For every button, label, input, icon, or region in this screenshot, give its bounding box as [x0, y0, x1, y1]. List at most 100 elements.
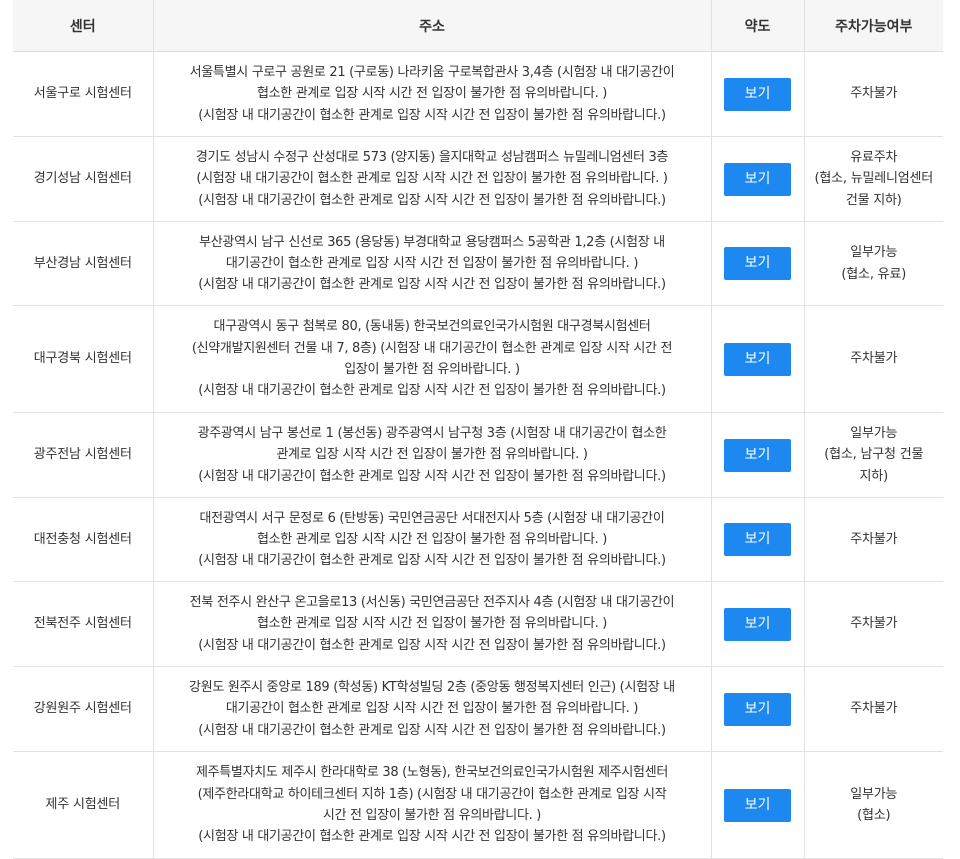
- center-address: 대구광역시 동구 첨복로 80, (동내동) 한국보건의료인국가시험원 대구경북…: [152, 305, 711, 413]
- center-name: 대구경북 시험센터: [13, 305, 153, 413]
- parking-line: 일부가능: [850, 245, 898, 261]
- center-name: 전북전주 시험센터: [13, 581, 153, 667]
- view-map-button[interactable]: 보기: [724, 523, 791, 556]
- parking-availability: 주차불가: [803, 666, 943, 752]
- parking-line: 지하): [859, 468, 889, 484]
- address-line: (시험장 내 대기공간이 협소한 관계로 입장 시작 시간 전 입장이 불가한 …: [198, 107, 666, 123]
- map-cell: 보기: [710, 497, 804, 582]
- view-map-button[interactable]: 보기: [724, 607, 791, 641]
- map-cell: 보기: [710, 136, 804, 222]
- parking-line: 일부가능: [850, 786, 898, 802]
- address-line: (시험장 내 대기공간이 협소한 관계로 입장 시작 시간 전 입장이 불가한 …: [198, 192, 666, 208]
- view-map-button[interactable]: 보기: [724, 247, 791, 280]
- parking-availability: 주차불가: [803, 497, 943, 582]
- parking-line: (협소, 뉴밀레니엄센터: [814, 171, 934, 187]
- address-line: 강원도 원주시 중앙로 189 (학성동) KT학성빌딩 2층 (중앙동 행정복…: [189, 680, 675, 696]
- view-map-button[interactable]: 보기: [724, 77, 791, 111]
- parking-availability: 유료주차 (협소, 뉴밀레니엄센터건물 지하): [803, 136, 943, 222]
- address-line: 협소한 관계로 입장 시작 시간 전 입장이 불가한 점 유의바랍니다. ): [256, 616, 608, 632]
- parking-line: 건물 지하): [845, 192, 902, 208]
- address-line: (시험장 내 대기공간이 협소한 관계로 입장 시작 시간 전 입장이 불가한 …: [198, 829, 666, 845]
- map-cell: 보기: [710, 751, 804, 859]
- address-line: 대구광역시 동구 첨복로 80, (동내동) 한국보건의료인국가시험원 대구경북…: [213, 319, 651, 335]
- table-row: 경기성남 시험센터 경기도 성남시 수정구 산성대로 573 (양지동) 을지대학…: [13, 136, 943, 222]
- address-line: 전북 전주시 완산구 온고을로13 (서신동) 국민연금공단 전주지사 4층 (…: [189, 595, 675, 611]
- address-line: (시험장 내 대기공간이 협소한 관계로 입장 시작 시간 전 입장이 불가한 …: [198, 722, 666, 738]
- address-line: (신약개발지원센터 건물 내 7, 8층) (시험장 내 대기공간이 협소한 관…: [191, 340, 673, 356]
- header-map: 약도: [710, 0, 804, 52]
- header-center: 센터: [13, 0, 153, 52]
- table-row: 대구경북 시험센터 대구광역시 동구 첨복로 80, (동내동) 한국보건의료인국…: [13, 305, 943, 413]
- parking-line: 주차불가: [850, 701, 898, 717]
- test-center-table: 센터 주소 약도 주차가능여부 서울구로 시험센터 서울특별시 구로구 공원로 2…: [13, 0, 943, 859]
- table-row: 강원원주 시험센터 강원도 원주시 중앙로 189 (학성동) KT학성빌딩 2층…: [13, 666, 943, 752]
- parking-availability: 주차불가: [803, 51, 943, 137]
- table-row: 대전충청 시험센터 대전광역시 서구 문정로 6 (탄방동) 국민연금공단 서대전…: [13, 497, 943, 582]
- address-line: 광주광역시 남구 봉선로 1 (봉선동) 광주광역시 남구청 3층 (시험장 내…: [197, 426, 667, 442]
- map-cell: 보기: [710, 581, 804, 667]
- center-address: 제주특별자치도 제주시 한라대학로 38 (노형동), 한국보건의료인국가시험원…: [152, 751, 711, 859]
- parking-line: 일부가능: [850, 426, 898, 442]
- table-header-row: 센터 주소 약도 주차가능여부: [13, 0, 943, 52]
- parking-line: (협소, 남구청 건물: [824, 447, 924, 463]
- table-row: 전북전주 시험센터 전북 전주시 완산구 온고을로13 (서신동) 국민연금공단 …: [13, 581, 943, 667]
- map-cell: 보기: [710, 221, 804, 306]
- center-address: 강원도 원주시 중앙로 189 (학성동) KT학성빌딩 2층 (중앙동 행정복…: [152, 666, 711, 752]
- address-line: 대기공간이 협소한 관계로 입장 시작 시간 전 입장이 불가한 점 유의바랍니…: [225, 701, 639, 717]
- parking-line: 주차불가: [850, 351, 898, 367]
- address-line: (제주한라대학교 하이테크센터 지하 1층) (시험장 내 대기공간이 협소한 …: [197, 786, 667, 802]
- center-name: 광주전남 시험센터: [13, 412, 153, 498]
- parking-line: (협소, 유료): [841, 266, 907, 282]
- center-name: 부산경남 시험센터: [13, 221, 153, 306]
- address-line: 서울특별시 구로구 공원로 21 (구로동) 나라키움 구로복합관사 3,4층 …: [189, 65, 675, 81]
- address-line: 시간 전 입장이 불가한 점 유의바랍니다. ): [322, 808, 542, 823]
- center-name: 경기성남 시험센터: [13, 136, 153, 222]
- view-map-button[interactable]: 보기: [724, 692, 791, 726]
- view-map-button[interactable]: 보기: [724, 342, 791, 376]
- center-name: 제주 시험센터: [13, 751, 153, 859]
- parking-availability: 주차불가: [803, 305, 943, 413]
- view-map-button[interactable]: 보기: [724, 788, 791, 822]
- address-line: 대전광역시 서구 문정로 6 (탄방동) 국민연금공단 서대전지사 5층 (시험…: [199, 510, 665, 526]
- address-line: 입장이 불가한 점 유의바랍니다. ): [344, 362, 520, 377]
- parking-line: (협소): [857, 808, 891, 823]
- table-row: 광주전남 시험센터 광주광역시 남구 봉선로 1 (봉선동) 광주광역시 남구청 …: [13, 412, 943, 498]
- center-address: 대전광역시 서구 문정로 6 (탄방동) 국민연금공단 서대전지사 5층 (시험…: [152, 497, 711, 582]
- center-address: 서울특별시 구로구 공원로 21 (구로동) 나라키움 구로복합관사 3,4층 …: [152, 51, 711, 137]
- parking-line: 주차불가: [850, 86, 898, 102]
- center-address: 광주광역시 남구 봉선로 1 (봉선동) 광주광역시 남구청 3층 (시험장 내…: [152, 412, 711, 498]
- parking-line: 유료주차: [850, 150, 898, 166]
- center-name: 대전충청 시험센터: [13, 497, 153, 582]
- parking-availability: 일부가능 (협소, 유료): [803, 221, 943, 306]
- center-name: 서울구로 시험센터: [13, 51, 153, 137]
- address-line: (시험장 내 대기공간이 협소한 관계로 입장 시작 시간 전 입장이 불가한 …: [198, 553, 666, 569]
- view-map-button[interactable]: 보기: [724, 162, 791, 196]
- map-cell: 보기: [710, 51, 804, 137]
- address-line: 관계로 입장 시작 시간 전 입장이 불가한 점 유의바랍니다. ): [276, 447, 588, 463]
- table-row: 부산경남 시험센터 부산광역시 남구 신선로 365 (용당동) 부경대학교 용당…: [13, 221, 943, 306]
- map-cell: 보기: [710, 305, 804, 413]
- parking-line: 주차불가: [850, 616, 898, 632]
- parking-line: 주차불가: [850, 531, 898, 547]
- header-address: 주소: [152, 0, 711, 52]
- table-body: 서울구로 시험센터 서울특별시 구로구 공원로 21 (구로동) 나라키움 구로복…: [13, 51, 943, 859]
- address-line: (시험장 내 대기공간이 협소한 관계로 입장 시작 시간 전 입장이 불가한 …: [198, 468, 666, 484]
- view-map-button[interactable]: 보기: [724, 438, 791, 472]
- center-name: 강원원주 시험센터: [13, 666, 153, 752]
- table-row: 제주 시험센터 제주특별자치도 제주시 한라대학로 38 (노형동), 한국보건의…: [13, 751, 943, 859]
- address-line: (시험장 내 대기공간이 협소한 관계로 입장 시작 시간 전 입장이 불가한 …: [198, 637, 666, 653]
- center-address: 경기도 성남시 수정구 산성대로 573 (양지동) 을지대학교 성남캠퍼스 뉴…: [152, 136, 711, 222]
- map-cell: 보기: [710, 666, 804, 752]
- address-line: 경기도 성남시 수정구 산성대로 573 (양지동) 을지대학교 성남캠퍼스 뉴…: [195, 150, 669, 166]
- map-cell: 보기: [710, 412, 804, 498]
- address-line: (시험장 내 대기공간이 협소한 관계로 입장 시작 시간 전 입장이 불가한 …: [196, 171, 668, 187]
- address-line: 협소한 관계로 입장 시작 시간 전 입장이 불가한 점 유의바랍니다. ): [256, 531, 608, 547]
- address-line: (시험장 내 대기공간이 협소한 관계로 입장 시작 시간 전 입장이 불가한 …: [198, 383, 666, 399]
- table-row: 서울구로 시험센터 서울특별시 구로구 공원로 21 (구로동) 나라키움 구로복…: [13, 51, 943, 137]
- address-line: 부산광역시 남구 신선로 365 (용당동) 부경대학교 용당캠퍼스 5공학관 …: [199, 234, 665, 250]
- address-line: 협소한 관계로 입장 시작 시간 전 입장이 불가한 점 유의바랍니다. ): [256, 86, 608, 102]
- center-address: 부산광역시 남구 신선로 365 (용당동) 부경대학교 용당캠퍼스 5공학관 …: [152, 221, 711, 306]
- parking-availability: 일부가능 (협소): [803, 751, 943, 859]
- address-line: 제주특별자치도 제주시 한라대학로 38 (노형동), 한국보건의료인국가시험원…: [195, 765, 669, 781]
- center-address: 전북 전주시 완산구 온고을로13 (서신동) 국민연금공단 전주지사 4층 (…: [152, 581, 711, 667]
